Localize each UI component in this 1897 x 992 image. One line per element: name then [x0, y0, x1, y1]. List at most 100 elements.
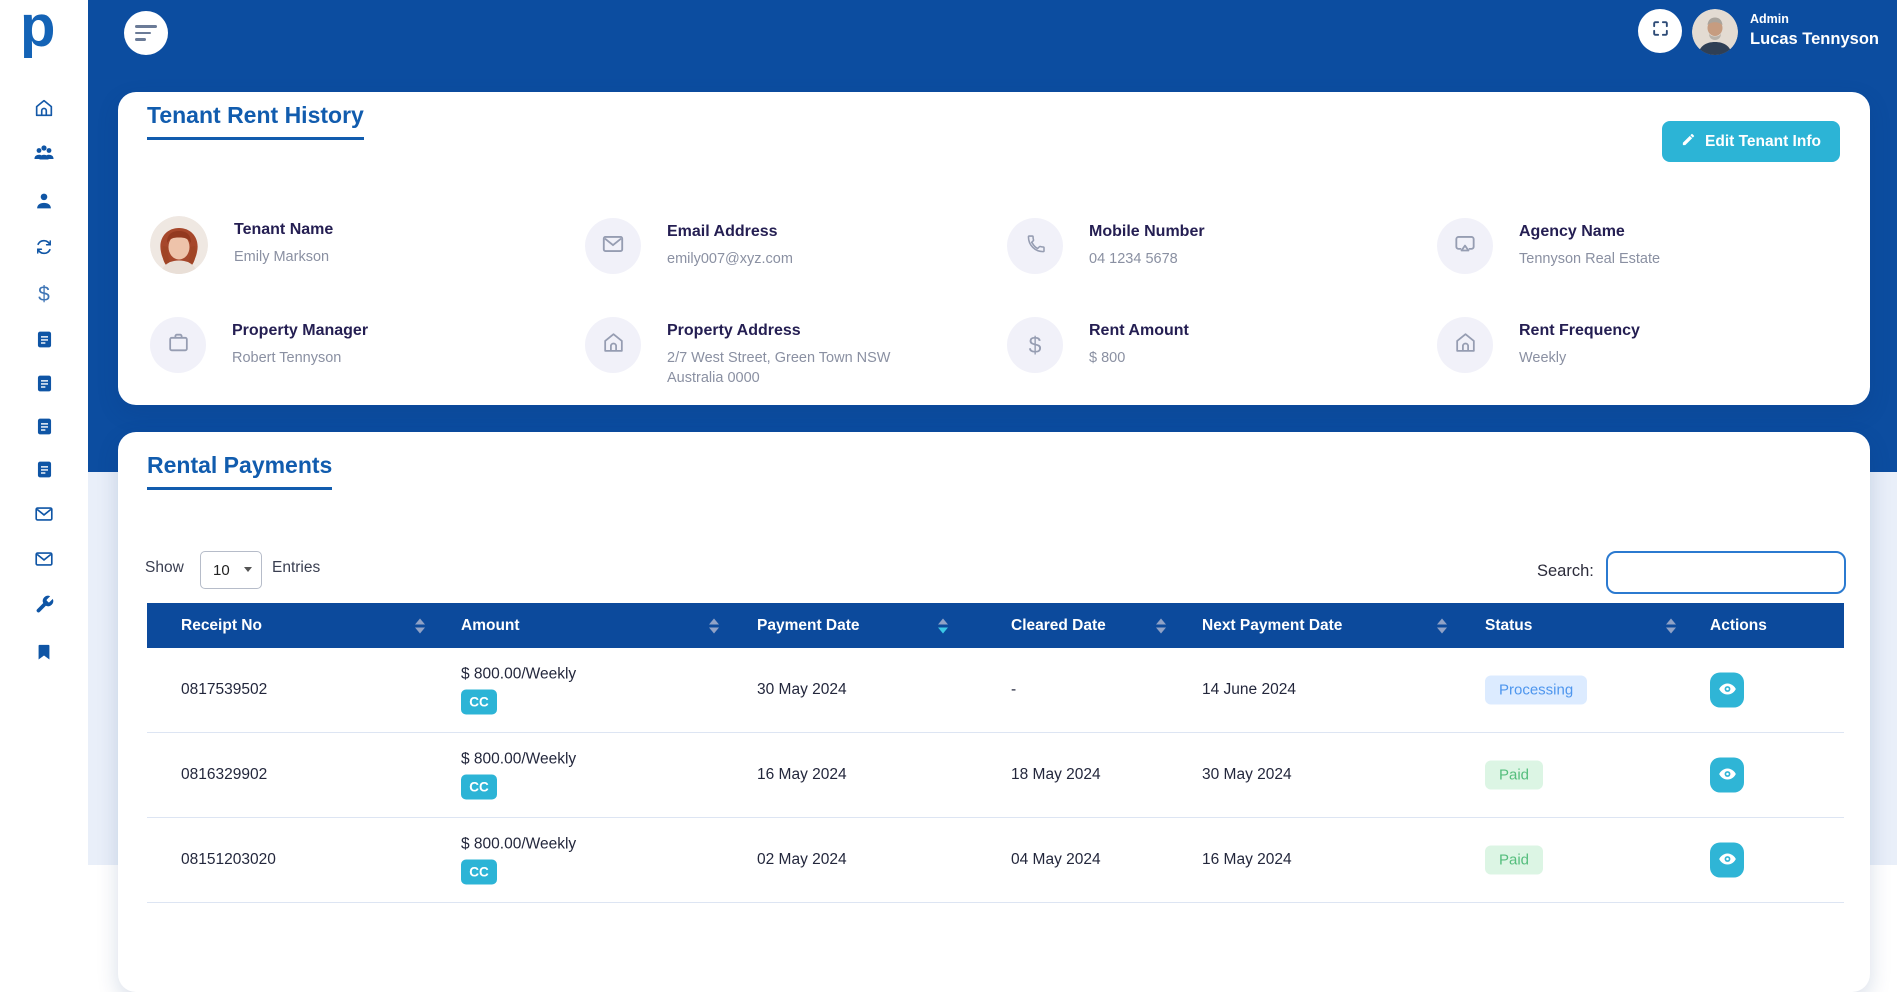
entries-label: Entries	[272, 559, 320, 577]
cleared-date: 18 May 2024	[1011, 766, 1101, 784]
sidebar-item-tools[interactable]	[0, 592, 88, 622]
tenant-photo	[150, 216, 208, 274]
home-icon	[601, 330, 626, 360]
view-receipt-button[interactable]	[1710, 843, 1744, 878]
fullscreen-button[interactable]	[1638, 9, 1682, 53]
sort-icon[interactable]	[709, 618, 719, 633]
receipt-no: 08151203020	[181, 851, 276, 869]
ledger-icon	[34, 329, 55, 355]
sidebar-item-mail-1[interactable]	[0, 501, 88, 531]
sidebar-item-ledger-4[interactable]	[0, 457, 88, 487]
info-rent-amount: $ Rent Amount $ 800	[1007, 317, 1189, 373]
ledger-icon	[34, 459, 55, 485]
search-label: Search:	[1537, 562, 1594, 581]
column-header-payment-date[interactable]: Payment Date	[757, 617, 860, 635]
sidebar-item-profile[interactable]	[0, 188, 88, 218]
sidebar: p $	[0, 0, 88, 865]
home-icon	[1453, 330, 1478, 360]
sort-icon-active[interactable]	[938, 618, 948, 633]
app-logo[interactable]: p	[20, 0, 55, 62]
payment-method-badge: CC	[461, 690, 497, 715]
info-label: Rent Amount	[1089, 322, 1189, 340]
sync-icon	[33, 236, 55, 263]
receipt-no: 0817539502	[181, 681, 267, 699]
info-label: Rent Frequency	[1519, 322, 1640, 340]
bookmark-icon	[34, 642, 54, 667]
edit-tenant-info-button[interactable]: Edit Tenant Info	[1662, 121, 1840, 162]
person-icon	[33, 190, 55, 217]
rental-payments-card: Rental Payments Show 10 Entries Search: …	[118, 432, 1870, 992]
next-payment-date: 30 May 2024	[1202, 766, 1292, 784]
fullscreen-icon	[1651, 19, 1670, 43]
info-value: 2/7 West Street, Green Town NSW Australi…	[667, 348, 891, 388]
admin-name-label: Lucas Tennyson	[1750, 30, 1879, 49]
pencil-icon	[1681, 132, 1696, 152]
view-receipt-button[interactable]	[1710, 758, 1744, 793]
view-receipt-button[interactable]	[1710, 673, 1744, 708]
payment-method-badge: CC	[461, 775, 497, 800]
info-label: Property Manager	[232, 322, 368, 340]
column-header-next-payment-date[interactable]: Next Payment Date	[1202, 617, 1342, 635]
table-header-row: Receipt No Amount Payment Date Cleared D…	[147, 603, 1844, 648]
sidebar-item-bookmark[interactable]	[0, 639, 88, 669]
dollar-icon: $	[1029, 332, 1042, 359]
sort-icon[interactable]	[415, 618, 425, 633]
status-badge: Paid	[1485, 761, 1543, 790]
status-badge: Processing	[1485, 676, 1587, 705]
sidebar-item-ledger-3[interactable]	[0, 414, 88, 444]
info-agency: Agency Name Tennyson Real Estate	[1437, 218, 1660, 274]
info-mobile: Mobile Number 04 1234 5678	[1007, 218, 1205, 274]
eye-icon	[1718, 849, 1737, 871]
next-payment-date: 16 May 2024	[1202, 851, 1292, 869]
hamburger-icon	[135, 25, 157, 28]
info-email: Email Address emily007@xyz.com	[585, 218, 793, 274]
column-header-cleared-date[interactable]: Cleared Date	[1011, 617, 1106, 635]
column-header-actions: Actions	[1710, 617, 1767, 635]
info-label: Agency Name	[1519, 223, 1660, 241]
sidebar-item-ledger-2[interactable]	[0, 371, 88, 401]
amount-cell: $ 800.00/Weekly CC	[461, 751, 576, 800]
briefcase-icon	[166, 330, 191, 360]
info-tenant-name: Tenant Name Emily Markson	[150, 216, 333, 274]
table-row: 0817539502 $ 800.00/Weekly CC 30 May 202…	[147, 648, 1844, 733]
info-value: Emily Markson	[234, 247, 333, 267]
menu-toggle-button[interactable]	[124, 11, 168, 55]
payment-date: 02 May 2024	[757, 851, 847, 869]
column-header-amount[interactable]: Amount	[461, 617, 520, 635]
ledger-icon	[34, 416, 55, 442]
tenant-info-card: Tenant Rent History Edit Tenant Info Ten…	[118, 92, 1870, 405]
sort-icon[interactable]	[1666, 618, 1676, 633]
mail-icon	[33, 503, 55, 530]
sort-icon[interactable]	[1437, 618, 1447, 633]
column-header-receipt-no[interactable]: Receipt No	[181, 617, 262, 635]
wrench-icon	[34, 594, 55, 620]
sidebar-item-payments[interactable]: $	[0, 280, 88, 310]
info-label: Property Address	[667, 322, 891, 340]
info-value: Tennyson Real Estate	[1519, 249, 1660, 269]
home-icon	[33, 97, 55, 124]
amount-cell: $ 800.00/Weekly CC	[461, 836, 576, 885]
search-input[interactable]	[1606, 551, 1846, 594]
cleared-date: 04 May 2024	[1011, 851, 1101, 869]
admin-avatar[interactable]	[1692, 9, 1738, 55]
table-row: 08151203020 $ 800.00/Weekly CC 02 May 20…	[147, 818, 1844, 903]
column-header-status[interactable]: Status	[1485, 617, 1532, 635]
page-size-select[interactable]: 10	[200, 551, 262, 589]
info-value: Robert Tennyson	[232, 348, 368, 368]
sidebar-item-home[interactable]	[0, 95, 88, 125]
eye-icon	[1718, 764, 1737, 786]
envelope-icon	[600, 231, 626, 262]
admin-role-label: Admin	[1750, 12, 1789, 26]
amount-cell: $ 800.00/Weekly CC	[461, 666, 576, 715]
sidebar-item-tenants[interactable]	[0, 140, 88, 170]
sidebar-item-ledger-1[interactable]	[0, 327, 88, 357]
sidebar-item-mail-2[interactable]	[0, 546, 88, 576]
payment-method-badge: CC	[461, 860, 497, 885]
info-value: Weekly	[1519, 348, 1640, 368]
payments-table: Receipt No Amount Payment Date Cleared D…	[147, 603, 1844, 903]
users-icon	[32, 141, 56, 170]
info-rent-frequency: Rent Frequency Weekly	[1437, 317, 1640, 373]
sidebar-item-sync[interactable]	[0, 234, 88, 264]
table-row: 0816329902 $ 800.00/Weekly CC 16 May 202…	[147, 733, 1844, 818]
sort-icon[interactable]	[1156, 618, 1166, 633]
